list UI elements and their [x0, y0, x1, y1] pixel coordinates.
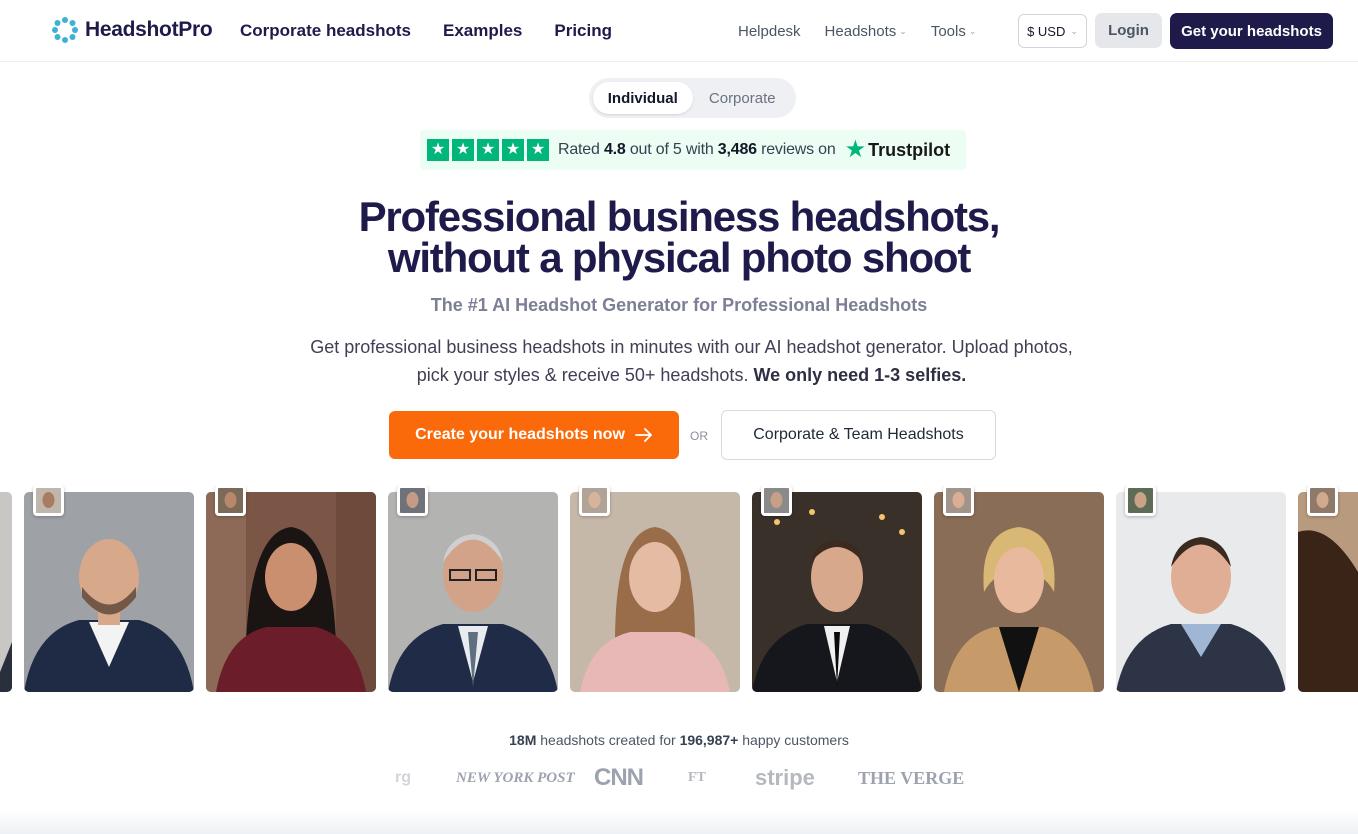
- toggle-individual[interactable]: Individual: [593, 82, 693, 114]
- logo-text: HeadshotPro: [85, 18, 213, 41]
- headshot-photo: [388, 492, 558, 692]
- reviews-count: 3,486: [717, 141, 757, 158]
- nav-menu-tools[interactable]: Tools ⌄: [931, 23, 977, 40]
- primary-nav: Corporate headshots Examples Pricing: [240, 21, 612, 41]
- headline-line-1: Professional business headshots,: [358, 193, 1001, 240]
- headshot-card[interactable]: [0, 492, 12, 692]
- currency-value: $ USD: [1027, 23, 1066, 39]
- logo-icon: [52, 17, 78, 43]
- tools-menu-label: Tools: [930, 23, 966, 40]
- rating-value: 4.8: [603, 141, 626, 158]
- headshot-photo: [752, 492, 922, 692]
- headshot-card[interactable]: [388, 492, 558, 692]
- get-headshots-button[interactable]: Get your headshots: [1170, 13, 1333, 49]
- section-divider: [0, 810, 1358, 834]
- headshot-photo: [0, 492, 12, 692]
- trustpilot-star-icon: ★: [844, 136, 867, 163]
- headshot-photo: [24, 492, 194, 692]
- or-separator: OR: [690, 429, 708, 443]
- headshots-menu-label: Headshots: [824, 23, 897, 40]
- out-of-label: out of 5 with: [629, 141, 714, 158]
- selfie-thumbnail: [397, 485, 428, 516]
- stats-text-1: headshots created for: [540, 732, 676, 748]
- nav-link-examples[interactable]: Examples: [443, 21, 522, 41]
- reviews-on-label: reviews on: [761, 141, 836, 158]
- rated-label: Rated: [558, 141, 600, 158]
- press-logo-partial: rg: [395, 769, 411, 786]
- rating-text: Rated 4.8 out of 5 with 3,486 reviews on: [558, 141, 836, 159]
- selfie-thumbnail: [215, 485, 246, 516]
- press-logo-ft: FT: [688, 770, 706, 785]
- corporate-team-button[interactable]: Corporate & Team Headshots: [721, 410, 996, 460]
- secondary-nav: Helpdesk Headshots ⌄ Tools ⌄: [738, 23, 976, 40]
- headshot-card[interactable]: [206, 492, 376, 692]
- selfie-thumbnail: [33, 485, 64, 516]
- toggle-corporate[interactable]: Corporate: [693, 82, 793, 114]
- hero-headline: Professional business headshots, without…: [0, 193, 1358, 281]
- selfie-thumbnail: [1307, 485, 1338, 516]
- chevron-down-icon: ⌄: [899, 26, 907, 36]
- headshot-card[interactable]: [752, 492, 922, 692]
- headshot-card[interactable]: [1298, 492, 1358, 692]
- headshot-photo: [934, 492, 1104, 692]
- star-icon: ★: [427, 139, 449, 161]
- nav-link-pricing[interactable]: Pricing: [554, 21, 612, 41]
- selfie-thumbnail: [579, 485, 610, 516]
- headshot-photo: [1116, 492, 1286, 692]
- headshot-card[interactable]: [24, 492, 194, 692]
- headline-line-2: without a physical photo shoot: [387, 234, 972, 281]
- trustpilot-logo: ★ Trustpilot: [845, 138, 951, 162]
- customers-count: 196,987+: [679, 732, 739, 748]
- stats-text-2: happy customers: [742, 732, 849, 748]
- top-navbar: HeadshotPro Corporate headshots Examples…: [0, 0, 1358, 62]
- nav-menu-headshots[interactable]: Headshots ⌄: [825, 23, 907, 40]
- description-bold: We only need 1-3 selfies.: [753, 365, 967, 385]
- press-logo-nypost: NEW YORK POST: [456, 769, 575, 786]
- nav-link-corporate-headshots[interactable]: Corporate headshots: [240, 21, 411, 41]
- currency-select[interactable]: $ USD ⌄: [1018, 14, 1087, 48]
- headshot-photo: [1298, 492, 1358, 692]
- headshot-photo: [206, 492, 376, 692]
- star-icon: ★: [452, 139, 474, 161]
- headshot-gallery: [0, 485, 1358, 695]
- selfie-thumbnail: [943, 485, 974, 516]
- headshot-card[interactable]: [1116, 492, 1286, 692]
- login-button[interactable]: Login: [1095, 13, 1162, 48]
- press-logos: rg NEW YORK POST CNN FT stripe THE VERGE: [390, 760, 970, 796]
- headshot-photo: [570, 492, 740, 692]
- headshot-card[interactable]: [934, 492, 1104, 692]
- selfie-thumbnail: [1125, 485, 1156, 516]
- hero-description: Get professional business headshots in m…: [300, 333, 1083, 389]
- audience-toggle: Individual Corporate: [589, 78, 796, 118]
- headshot-card[interactable]: [570, 492, 740, 692]
- headshots-count: 18M: [509, 732, 537, 748]
- hero-subheadline: The #1 AI Headshot Generator for Profess…: [430, 295, 928, 315]
- star-icon: ★: [527, 139, 549, 161]
- press-logo-the-verge: THE VERGE: [858, 767, 965, 788]
- create-headshots-button[interactable]: Create your headshots now: [389, 411, 679, 459]
- press-logo-stripe: stripe: [755, 765, 815, 790]
- trustpilot-brand: Trustpilot: [868, 139, 951, 160]
- logo[interactable]: HeadshotPro: [52, 17, 213, 43]
- rating-stars: ★ ★ ★ ★ ★: [427, 139, 549, 161]
- nav-link-helpdesk[interactable]: Helpdesk: [738, 23, 801, 40]
- chevron-down-icon: ⌄: [1070, 25, 1078, 36]
- customer-stats: 18M headshots created for 196,987+ happy…: [0, 732, 1358, 748]
- create-headshots-label: Create your headshots now: [415, 426, 625, 443]
- trustpilot-rating-bar[interactable]: ★ ★ ★ ★ ★ Rated 4.8 out of 5 with 3,486 …: [420, 130, 966, 170]
- selfie-thumbnail: [761, 485, 792, 516]
- star-icon: ★: [502, 139, 524, 161]
- chevron-down-icon: ⌄: [968, 26, 977, 36]
- arrow-right-icon: [635, 428, 652, 442]
- star-icon: ★: [477, 139, 499, 161]
- press-logo-cnn: CNN: [594, 764, 644, 791]
- helpdesk-label: Helpdesk: [738, 23, 801, 40]
